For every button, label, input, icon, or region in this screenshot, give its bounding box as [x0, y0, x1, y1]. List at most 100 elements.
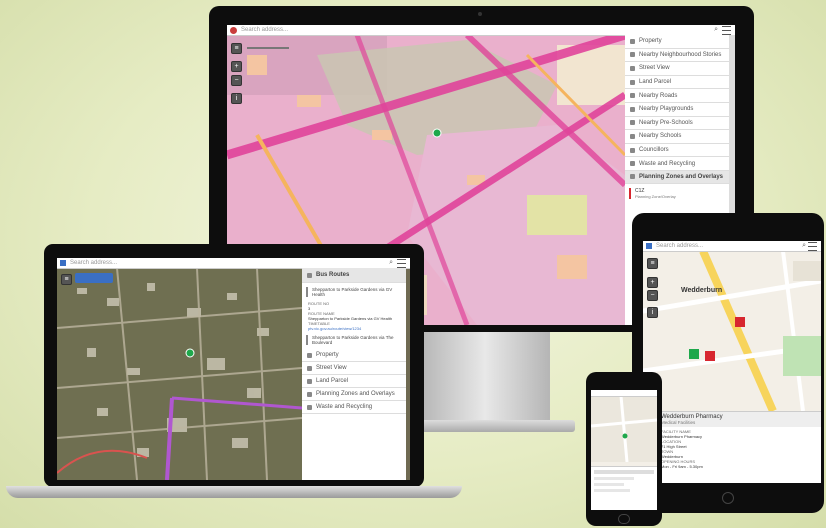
- users-icon: [630, 52, 635, 58]
- monitor-search-input[interactable]: Search address...: [237, 27, 714, 33]
- zoom-out-button[interactable]: −: [647, 290, 658, 301]
- planning-zones-header[interactable]: Planning Zones and Overlays: [625, 170, 729, 184]
- tablet-map[interactable]: [643, 251, 821, 411]
- tablet-result-panel: Wedderburn Pharmacy Medical Facilities F…: [657, 411, 821, 483]
- route-name: Shepparton to Parkside Gardens via GV He…: [312, 287, 393, 297]
- laptop-panel-item[interactable]: Street View: [302, 362, 406, 375]
- panel-item-label: Nearby Neighbourhood Stories: [639, 51, 722, 58]
- laptop-panel-item[interactable]: Land Parcel: [302, 375, 406, 388]
- app-logo-icon: [230, 26, 237, 34]
- tablet-search-bar: Search address... ⌕: [643, 241, 821, 252]
- tablet-home-button[interactable]: [722, 492, 734, 504]
- monitor-panel-item[interactable]: Nearby Neighbourhood Stories: [625, 49, 729, 63]
- route-item[interactable]: Shepparton to Parkside Gardens via GV He…: [306, 287, 402, 297]
- monitor-stand: [420, 332, 550, 427]
- menu-icon[interactable]: [808, 241, 817, 251]
- laptop-panel-item[interactable]: Waste and Recycling: [302, 401, 406, 414]
- layers-control-icon[interactable]: ≡: [61, 274, 72, 285]
- laptop-panel-item[interactable]: Property: [302, 349, 406, 362]
- parcel-icon: [307, 378, 312, 384]
- parcel-icon: [630, 79, 635, 85]
- result-fields: FACILITY NAME Wedderburn Pharmacy LOCATION…: [657, 427, 821, 471]
- opacity-slider[interactable]: [247, 47, 289, 49]
- panel-item-label: Nearby Roads: [639, 92, 678, 99]
- laptop-base: [6, 486, 462, 498]
- monitor-panel-item[interactable]: Land Parcel: [625, 76, 729, 90]
- monitor-panel-item[interactable]: Nearby Schools: [625, 130, 729, 144]
- planning-result[interactable]: C1Z Planning Zone/Overlay: [629, 187, 725, 199]
- monitor-panel-item[interactable]: Property: [625, 35, 729, 49]
- route-name: Shepparton to Parkside Gardens via The B…: [312, 335, 394, 345]
- tablet-screen: Wedderburn Search address... ⌕ ≡ + − i W…: [643, 241, 821, 483]
- monitor-panel-list: Property Nearby Neighbourhood Stories Stre…: [625, 35, 729, 171]
- councillor-icon: [630, 147, 635, 153]
- panel-item-label: Nearby Playgrounds: [639, 106, 694, 113]
- planning-header-label: Planning Zones and Overlays: [639, 173, 724, 180]
- monitor-panel-item[interactable]: Councillors: [625, 144, 729, 158]
- phone-info-panel: [591, 466, 657, 510]
- monitor-panel-item[interactable]: Nearby Pre-Schools: [625, 117, 729, 131]
- tablet-search-input[interactable]: Search address...: [652, 243, 802, 249]
- zoom-out-button[interactable]: −: [231, 75, 242, 86]
- info-icon[interactable]: i: [647, 307, 658, 318]
- monitor-panel-item[interactable]: Street View: [625, 62, 729, 76]
- result-subtitle: Medical Facilities: [661, 420, 696, 425]
- panel-item-label: Land Parcel: [639, 79, 672, 86]
- monitor-camera: [478, 12, 482, 16]
- panel-item-label: Waste and Recycling: [639, 160, 696, 167]
- laptop-satellite-map[interactable]: [57, 268, 302, 480]
- bus-routes-label: Bus Routes: [316, 272, 350, 278]
- search-icon[interactable]: ⌕: [802, 242, 806, 250]
- monitor-panel-item[interactable]: Nearby Roads: [625, 89, 729, 103]
- route-item[interactable]: Shepparton to Parkside Gardens via The B…: [306, 335, 402, 345]
- info-icon[interactable]: i: [231, 93, 242, 104]
- basemap-toggle[interactable]: [75, 273, 113, 283]
- layers-control-icon[interactable]: ≡: [647, 258, 658, 269]
- planning-sub: Planning Zone/Overlay: [635, 193, 676, 199]
- panel-item-label: Councillors: [639, 147, 669, 154]
- home-icon: [307, 352, 312, 358]
- bin-icon: [630, 161, 635, 167]
- bin-icon: [307, 404, 312, 410]
- menu-icon[interactable]: [722, 25, 731, 35]
- bus-icon: [307, 272, 312, 278]
- zoom-in-button[interactable]: +: [647, 277, 658, 288]
- panel-item-label: Street View: [316, 365, 347, 371]
- route-details: ROUTE NO 3 ROUTE NAME Shepparton to Parksid…: [308, 301, 400, 331]
- phone-map[interactable]: [591, 396, 657, 462]
- zoom-in-button[interactable]: +: [231, 61, 242, 72]
- panel-item-label: Nearby Pre-Schools: [639, 119, 693, 126]
- town-label: Wedderburn: [681, 287, 723, 294]
- road-icon: [630, 93, 635, 99]
- panel-item-label: Nearby Schools: [639, 133, 682, 140]
- result-header[interactable]: Wedderburn Pharmacy Medical Facilities: [657, 412, 821, 427]
- playground-icon: [630, 106, 635, 112]
- panel-item-label: Property: [316, 352, 339, 358]
- panel-item-label: Waste and Recycling: [316, 404, 373, 410]
- phone-screen: [591, 390, 657, 510]
- menu-icon[interactable]: [397, 258, 406, 268]
- home-icon: [630, 38, 635, 44]
- school-icon: [630, 133, 635, 139]
- panel-item-label: Property: [639, 38, 662, 45]
- panel-item-label: Street View: [639, 65, 670, 72]
- detail-value[interactable]: ptv.vic.gov.au/route/view/1234: [308, 326, 400, 331]
- search-icon[interactable]: ⌕: [389, 259, 393, 267]
- field-value: Mon - Fri 9am - 5.30pm: [661, 464, 703, 469]
- layers-icon: [630, 174, 635, 180]
- person-icon: [307, 365, 312, 371]
- phone-search-bar[interactable]: [591, 390, 657, 397]
- bus-routes-header[interactable]: Bus Routes: [302, 268, 406, 283]
- search-icon[interactable]: ⌕: [714, 26, 718, 34]
- pencil-icon: [630, 120, 635, 126]
- laptop-side-panel: Bus Routes Shepparton to Parkside Garden…: [302, 268, 406, 480]
- monitor-panel-item[interactable]: Waste and Recycling: [625, 157, 729, 171]
- layers-icon: [307, 391, 312, 397]
- phone-home-button[interactable]: [618, 514, 630, 524]
- panel-item-label: Land Parcel: [316, 378, 349, 384]
- laptop-search-input[interactable]: Search address...: [66, 260, 389, 266]
- monitor-panel-item[interactable]: Nearby Playgrounds: [625, 103, 729, 117]
- laptop-panel-item[interactable]: Planning Zones and Overlays: [302, 388, 406, 401]
- layers-control-icon[interactable]: ≡: [231, 43, 242, 54]
- laptop-panel-list: Property Street View Land Parcel Planning Z…: [302, 349, 406, 414]
